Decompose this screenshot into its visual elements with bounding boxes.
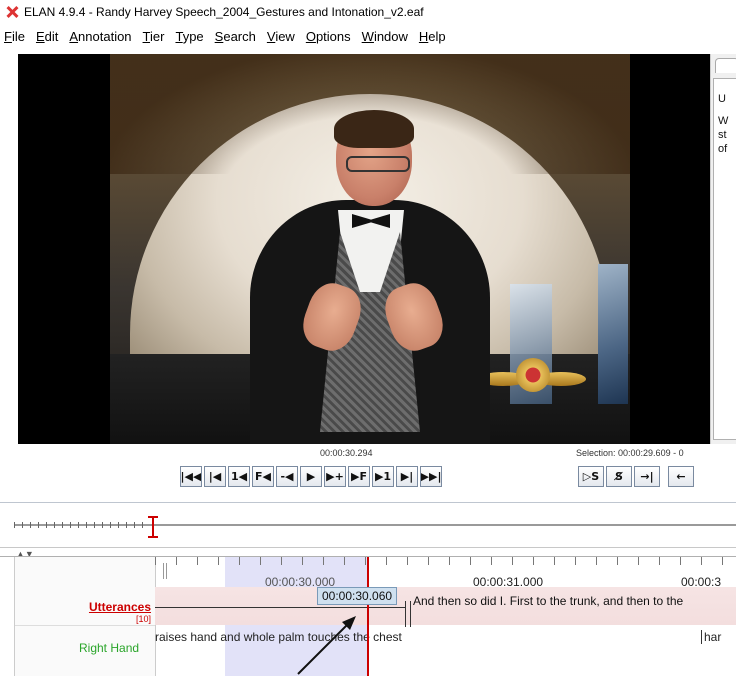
annotation-boundary[interactable] — [405, 601, 411, 627]
utterance-annotation[interactable]: And then so did I. First to the trunk, a… — [413, 594, 683, 608]
go-to-end-button[interactable]: ▶▶| — [420, 466, 442, 487]
tier-name-panel: Utterances [10] Right Hand — [14, 557, 167, 676]
menu-tier[interactable]: Tier — [143, 29, 165, 44]
cursor-time-popup: 00:00:30.060 — [317, 587, 398, 605]
title-bar: ELAN 4.9.4 - Randy Harvey Speech_2004_Ge… — [0, 0, 736, 24]
annotation-panel: U W st of — [710, 54, 736, 444]
window-title: ELAN 4.9.4 - Randy Harvey Speech_2004_Ge… — [24, 5, 424, 19]
panel-tab[interactable] — [715, 58, 736, 73]
menu-type[interactable]: Type — [175, 29, 203, 44]
speaker-figure — [210, 110, 510, 444]
selection-label: Selection: 00:00:29.609 - 0 — [576, 448, 684, 458]
previous-ms-button[interactable]: -◀ — [276, 466, 298, 487]
trophy-image — [598, 264, 628, 404]
menu-options[interactable]: Options — [306, 29, 351, 44]
selection-end-button[interactable]: →| — [634, 466, 660, 487]
elan-logo-icon — [5, 5, 19, 19]
play-selection-button[interactable]: ▷S — [578, 466, 604, 487]
tier-count: [10] — [135, 614, 151, 624]
menu-search[interactable]: Search — [215, 29, 256, 44]
menu-help[interactable]: Help — [419, 29, 446, 44]
clear-selection-button[interactable]: S̸ — [606, 466, 632, 487]
menu-annotation[interactable]: Annotation — [69, 29, 131, 44]
menu-view[interactable]: View — [267, 29, 295, 44]
right-hand-track[interactable]: raises hand and whole palm touches the c… — [155, 627, 736, 676]
tier-name-right-hand[interactable]: Right Hand — [79, 641, 139, 655]
menu-bar: File Edit Annotation Tier Type Search Vi… — [0, 26, 453, 46]
selection-buttons: ▷S S̸ →| ← — [578, 466, 696, 487]
overview-cursor[interactable] — [148, 516, 158, 538]
previous-frame-button[interactable]: F◀ — [252, 466, 274, 487]
pointer-arrow-icon — [297, 616, 356, 675]
media-controls: 00:00:30.294 Selection: 00:00:29.609 - 0… — [0, 446, 736, 496]
selection-mode-button[interactable]: ← — [668, 466, 694, 487]
tier-tracks[interactable]: 00:00:30.000 00:00:31.000 00:00:3 And th… — [155, 557, 736, 676]
previous-second-button[interactable]: 1◀ — [228, 466, 250, 487]
next-ms-button[interactable]: ▶+ — [324, 466, 346, 487]
gesture-annotation[interactable]: har — [701, 630, 721, 644]
playback-buttons: |◀◀ |◀ 1◀ F◀ -◀ ▶ ▶+ ▶F ▶1 ▶| ▶▶| — [180, 466, 444, 487]
time-ruler — [155, 557, 736, 565]
current-time: 00:00:30.294 — [320, 448, 373, 458]
menu-edit[interactable]: Edit — [36, 29, 58, 44]
menu-window[interactable]: Window — [362, 29, 408, 44]
play-button[interactable]: ▶ — [300, 466, 322, 487]
menu-file[interactable]: File — [4, 29, 25, 44]
next-scrollview-button[interactable]: ▶| — [396, 466, 418, 487]
video-viewer[interactable] — [18, 54, 710, 444]
next-second-button[interactable]: ▶1 — [372, 466, 394, 487]
panel-content: U W st of — [713, 78, 736, 440]
next-frame-button[interactable]: ▶F — [348, 466, 370, 487]
previous-scrollview-button[interactable]: |◀ — [204, 466, 226, 487]
tier-name-utterances[interactable]: Utterances — [89, 600, 151, 614]
video-frame — [110, 54, 630, 444]
timeline-overview[interactable] — [14, 514, 736, 540]
go-to-begin-button[interactable]: |◀◀ — [180, 466, 202, 487]
